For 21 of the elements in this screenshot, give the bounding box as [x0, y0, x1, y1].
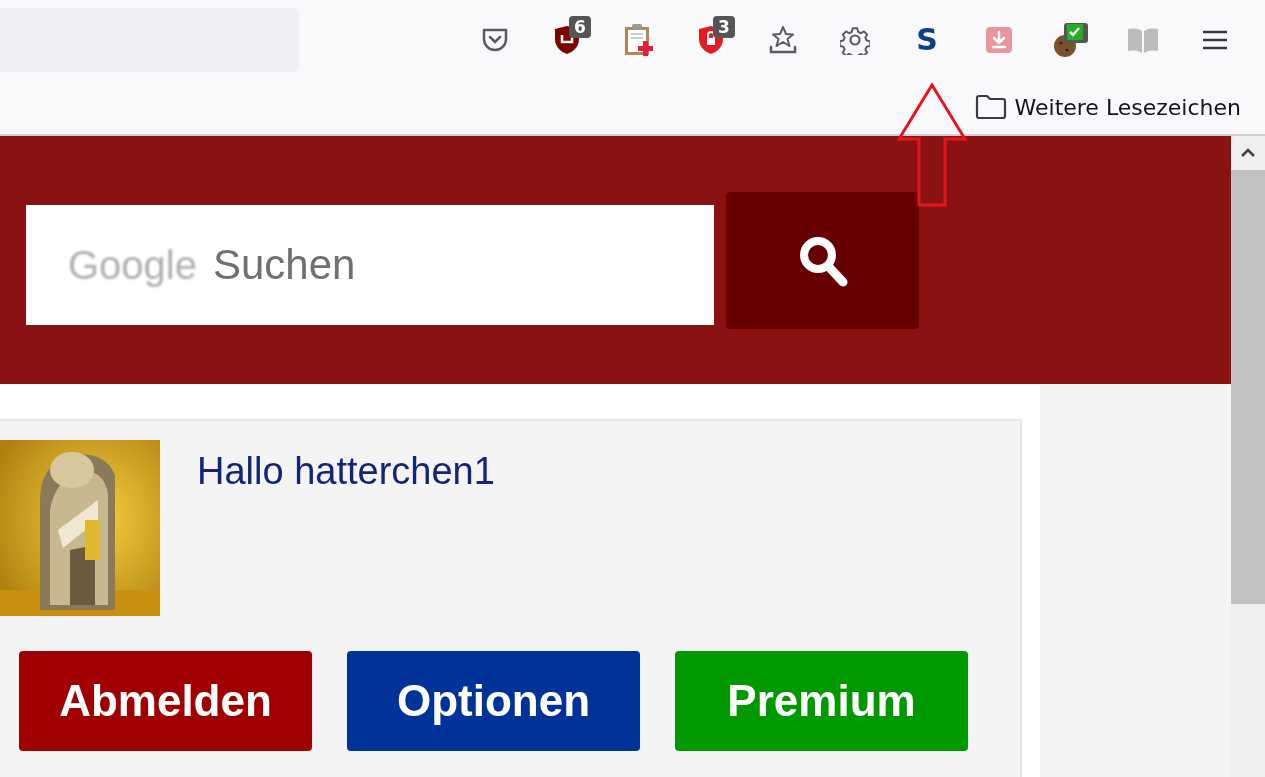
menu-icon[interactable]: [1202, 29, 1228, 51]
settings-icon[interactable]: [840, 25, 870, 55]
star-icon[interactable]: [769, 25, 797, 55]
action-button[interactable]: Premium: [675, 651, 968, 751]
count-badge: 6: [569, 16, 591, 38]
search-placeholder: Suchen: [213, 241, 356, 289]
scrollbar[interactable]: [1231, 136, 1265, 777]
search-button[interactable]: [726, 192, 919, 329]
greeting: Hallo hatterchen1: [197, 450, 495, 494]
cookie-icon[interactable]: [1053, 22, 1089, 58]
clipboard-icon[interactable]: [623, 23, 655, 57]
folder-icon: [974, 94, 1007, 120]
search-field[interactable]: Google Suchen: [26, 205, 714, 325]
extension-button[interactable]: S: [916, 25, 938, 55]
pocket-icon[interactable]: [481, 27, 509, 53]
search-logo: Google: [68, 242, 197, 288]
action-button[interactable]: Abmelden: [19, 651, 312, 751]
action-button[interactable]: Optionen: [347, 651, 640, 751]
bookmarks-folder[interactable]: Weitere Lesezeichen: [974, 94, 1241, 120]
scroll-up-icon[interactable]: [1240, 147, 1256, 159]
count-badge: 3: [713, 16, 735, 38]
